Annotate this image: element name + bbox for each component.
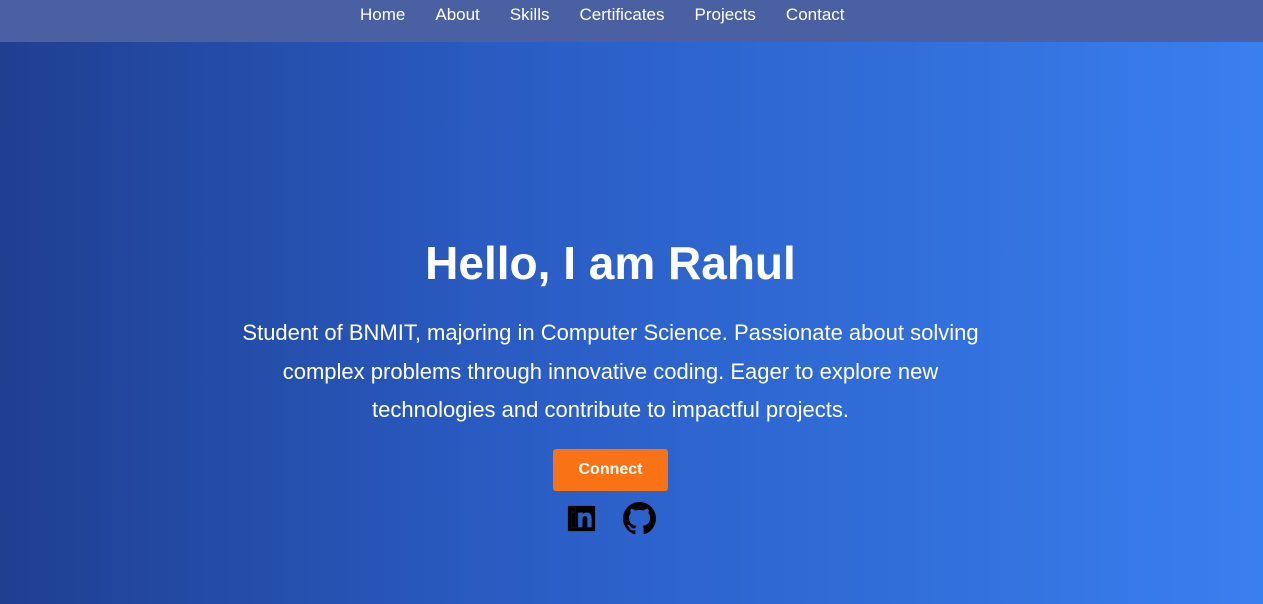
nav-link-certificates[interactable]: Certificates	[564, 0, 679, 30]
nav-link-home[interactable]: Home	[345, 0, 420, 30]
hero-section: Hello, I am Rahul Student of BNMIT, majo…	[0, 230, 1221, 430]
linkedin-icon-graphic	[567, 505, 596, 531]
github-icon[interactable]	[623, 501, 656, 535]
linkedin-icon[interactable]	[565, 502, 598, 535]
hero-bio: Student of BNMIT, majoring in Computer S…	[242, 320, 979, 422]
connect-button[interactable]: Connect	[553, 449, 668, 491]
nav-link-skills[interactable]: Skills	[495, 0, 565, 30]
nav-link-projects[interactable]: Projects	[680, 0, 771, 30]
top-navbar: Home About Skills Certificates Projects …	[0, 0, 1263, 42]
hero-title: Hello, I am Rahul	[425, 237, 796, 289]
nav-link-contact[interactable]: Contact	[771, 0, 860, 30]
nav-link-about[interactable]: About	[420, 0, 494, 30]
portfolio-page: Home About Skills Certificates Projects …	[0, 0, 1263, 604]
nav-links: Home About Skills Certificates Projects …	[345, 0, 860, 30]
github-icon-graphic	[623, 501, 656, 534]
social-links	[565, 501, 656, 535]
